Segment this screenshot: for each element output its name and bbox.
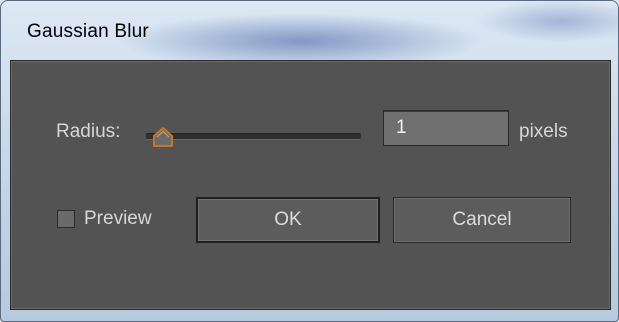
radius-slider-track[interactable] [146,133,361,140]
radius-slider[interactable] [146,123,361,149]
dialog-body: Radius: pixels Preview OK Cancel [10,60,611,310]
cancel-button[interactable]: Cancel [393,197,571,243]
preview-checkbox-row[interactable]: Preview [57,207,152,231]
preview-label[interactable]: Preview [84,208,152,230]
cancel-button-label: Cancel [452,209,512,230]
preview-checkbox[interactable] [57,210,75,228]
ok-button-label: OK [274,209,302,230]
ok-button[interactable]: OK [196,197,380,243]
radius-value-input[interactable] [383,110,509,146]
gaussian-blur-dialog: Gaussian Blur Radius: pixels Preview OK … [0,0,619,322]
radius-label: Radius: [56,121,121,142]
radius-slider-thumb-icon[interactable] [150,123,176,149]
pixels-unit-label: pixels [519,121,568,142]
dialog-title: Gaussian Blur [27,21,149,42]
